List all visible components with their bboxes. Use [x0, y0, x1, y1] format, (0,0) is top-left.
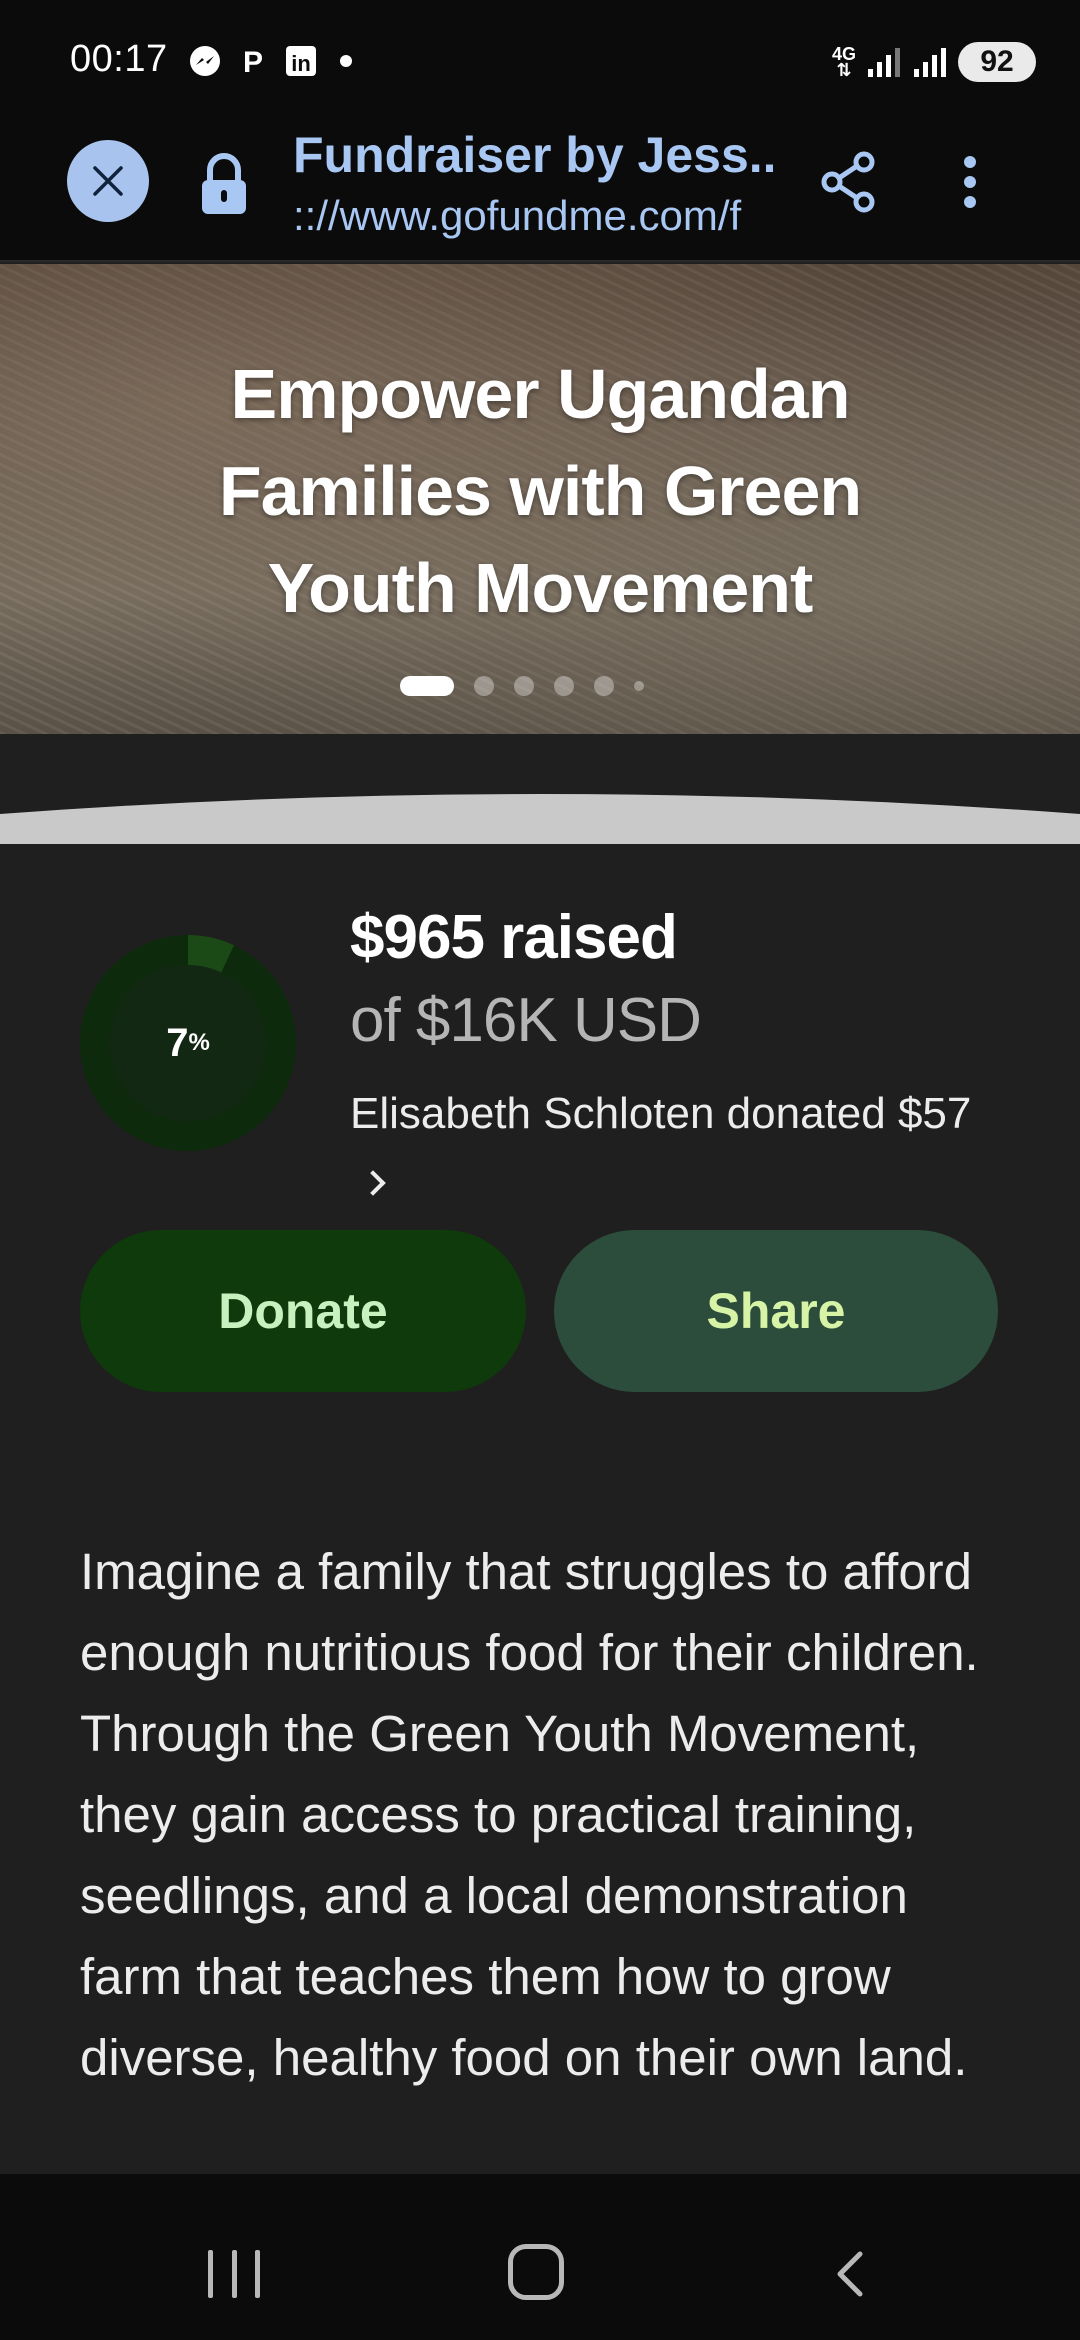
carousel-dot[interactable]: [554, 676, 574, 696]
custom-tab-toolbar: Fundraiser by Jess... :://www.gofundme.c…: [0, 100, 1080, 262]
menu-dot: [964, 176, 976, 188]
back-button[interactable]: [826, 2250, 874, 2298]
network-type: 4G ⇅: [831, 44, 856, 80]
chevron-right-icon: [360, 1170, 386, 1196]
campaign-title: Empower Ugandan Families with Green Yout…: [218, 355, 862, 627]
menu-dot: [964, 196, 976, 208]
system-navigation-bar: [0, 2174, 1080, 2340]
carousel-indicators[interactable]: [400, 676, 644, 696]
status-time: 00:17: [70, 38, 168, 80]
recent-donation-link[interactable]: Elisabeth Schloten donated $57: [350, 1080, 990, 1216]
signal-icon: [868, 48, 900, 77]
pinterest-icon: P: [243, 46, 263, 78]
campaign-story: Imagine a family that struggles to affor…: [80, 1543, 979, 2086]
share-button[interactable]: Share: [554, 1230, 998, 1392]
lock-icon[interactable]: [196, 152, 252, 216]
status-bar: 00:17 P in 4G ⇅ 92: [0, 0, 1080, 100]
messenger-icon: [190, 46, 220, 76]
menu-dot: [964, 156, 976, 168]
linkedin-icon: in: [286, 46, 316, 76]
section-divider: [0, 734, 1080, 854]
close-tab-button[interactable]: [67, 140, 149, 222]
fundraising-goal: of $16K USD: [350, 986, 702, 1055]
recent-apps-button[interactable]: [208, 2250, 260, 2298]
hero-image-carousel[interactable]: Empower Ugandan Families with Green Yout…: [0, 264, 1080, 734]
more-notifications-dot: [340, 55, 352, 67]
carousel-dot[interactable]: [594, 676, 614, 696]
svg-text:in: in: [291, 51, 311, 76]
signal-icon-2: [914, 48, 946, 77]
system-icons: 4G ⇅ 92: [832, 42, 1036, 82]
recent-donation-text: Elisabeth Schloten donated $57: [350, 1089, 972, 1138]
carousel-dot[interactable]: [474, 676, 494, 696]
svg-text:P: P: [243, 46, 263, 78]
share-icon[interactable]: [820, 150, 880, 214]
close-icon: [93, 166, 123, 196]
donate-button[interactable]: Donate: [80, 1230, 526, 1392]
notification-icons: P in: [188, 44, 352, 78]
page-url: :://www.gofundme.com/f: [293, 192, 742, 239]
amount-raised: $965 raised: [350, 903, 678, 972]
battery-level: 92: [980, 45, 1014, 78]
progress-percent: 7%: [166, 1020, 210, 1065]
carousel-dot-active[interactable]: [400, 676, 454, 696]
carousel-dot[interactable]: [634, 681, 644, 691]
more-options-button[interactable]: [955, 150, 985, 214]
page-title: Fundraiser by Jess...: [293, 127, 773, 183]
home-button[interactable]: [508, 2244, 564, 2300]
carousel-dot[interactable]: [514, 676, 534, 696]
battery-indicator: 92: [958, 42, 1036, 82]
